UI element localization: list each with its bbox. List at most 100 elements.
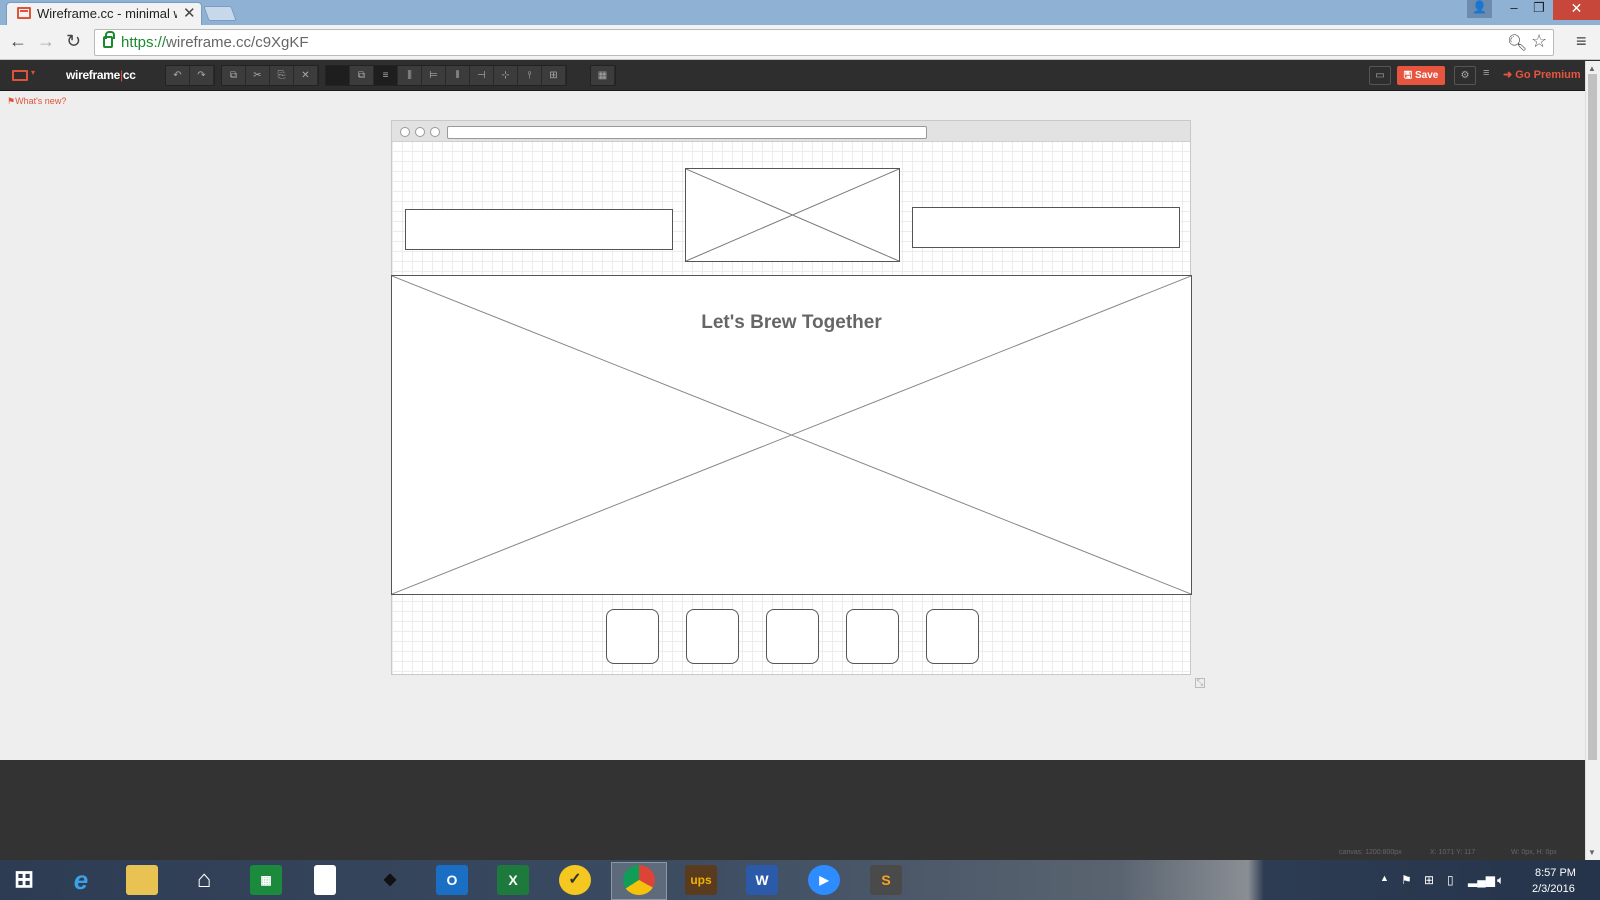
duplicate-button[interactable]: ⧉: [222, 66, 246, 85]
undo-button[interactable]: ↶: [166, 66, 190, 85]
redo-button[interactable]: ↷: [190, 66, 214, 85]
cut-button[interactable]: ✂: [246, 66, 270, 85]
wireframe-canvas[interactable]: Let's Brew Together: [391, 120, 1192, 675]
outlook-icon[interactable]: O: [436, 865, 468, 895]
chevron-down-icon: ▾: [31, 68, 36, 77]
canvas-size-status: canvas: 1200:800px: [1339, 849, 1402, 856]
footer-icon-box-3[interactable]: [766, 609, 819, 664]
align-left-button[interactable]: ⊨: [422, 66, 446, 85]
chrome-menu-icon[interactable]: ≡: [1576, 31, 1587, 52]
clock-date[interactable]: 2/3/2016: [1532, 883, 1575, 895]
go-premium-link[interactable]: ➜ Go Premium: [1503, 68, 1581, 81]
store-icon[interactable]: ▦: [250, 865, 282, 895]
url-text: https://wireframe.cc/c9XgKF: [121, 34, 309, 51]
restore-button[interactable]: ❐: [1526, 0, 1552, 20]
minimize-button[interactable]: –: [1501, 0, 1527, 20]
wireframe-favicon-icon: [17, 7, 31, 19]
distribute-vertical-button[interactable]: ⫯: [518, 66, 542, 85]
file-icon[interactable]: [314, 865, 336, 895]
whats-new-link[interactable]: ⚑What's new?: [7, 96, 66, 107]
cursor-coords-status: X: 1071 Y: 117: [1430, 849, 1476, 856]
app-logo: wireframe|cc: [66, 68, 136, 82]
distribute-horizontal-button[interactable]: ⊞: [542, 66, 566, 85]
history-group: ↶ ↷: [165, 65, 215, 86]
send-back-button[interactable]: ⧉: [350, 66, 374, 85]
url-input[interactable]: https://wireframe.cc/c9XgKF 🔍︎ ☆: [94, 29, 1554, 56]
grid-group: ▦: [590, 65, 616, 86]
footer-icon-box-2[interactable]: [686, 609, 739, 664]
chrome-icon[interactable]: [623, 865, 655, 895]
save-button[interactable]: 🖫 Save: [1397, 66, 1445, 85]
resize-handle-icon[interactable]: ⤡: [1195, 678, 1205, 688]
arrange-group: ⧉ ≡ ⫼ ⊨ ⫴ ⊣ ⊹ ⫯ ⊞: [325, 65, 567, 86]
edit-group: ⧉ ✂ ⎘ ✕: [221, 65, 319, 86]
comment-button[interactable]: ▭: [1369, 66, 1391, 85]
browser-tab-strip: Wireframe.cc - minimal wi ✕ 👤 – ❐ ✕: [0, 0, 1600, 25]
hero-image-placeholder[interactable]: Let's Brew Together: [391, 275, 1192, 595]
tray-expand-icon[interactable]: ▲: [1380, 873, 1389, 883]
lock-icon: [103, 31, 115, 48]
action-center-flag-icon[interactable]: ⚑: [1401, 873, 1412, 887]
align-button[interactable]: ≡: [374, 66, 398, 85]
excel-icon[interactable]: X: [497, 865, 529, 895]
logo-image-placeholder[interactable]: [685, 168, 900, 262]
mockup-dot: [430, 127, 440, 137]
footer-icon-box-4[interactable]: [846, 609, 899, 664]
ups-icon[interactable]: ups: [685, 865, 717, 895]
hero-title: Let's Brew Together: [701, 312, 882, 333]
scrollbar-thumb[interactable]: [1588, 74, 1597, 760]
clock-time[interactable]: 8:57 PM: [1535, 867, 1576, 879]
bookmark-star-icon[interactable]: ☆: [1531, 31, 1547, 52]
user-profile-icon[interactable]: 👤: [1467, 0, 1492, 18]
mockup-dot: [400, 127, 410, 137]
address-bar-row: ← → ↻ https://wireframe.cc/c9XgKF 🔍︎ ☆ ≡: [0, 25, 1600, 60]
windows-icon[interactable]: ⊞: [1424, 873, 1434, 887]
scroll-down-arrow-icon[interactable]: ▼: [1588, 848, 1596, 857]
mockup-url-bar: [447, 126, 927, 139]
mockup-dot: [415, 127, 425, 137]
grid-toggle-button[interactable]: ▦: [591, 66, 615, 85]
tab-title: Wireframe.cc - minimal wi: [37, 6, 177, 21]
align-center-button[interactable]: ⊹: [494, 66, 518, 85]
file-explorer-icon[interactable]: [126, 865, 158, 895]
bottom-panel: [0, 760, 1585, 860]
sublime-text-icon[interactable]: S: [870, 865, 902, 895]
app-toolbar: ▾ wireframe|cc ↶ ↷ ⧉ ✂ ⎘ ✕ ⧉ ≡ ⫼ ⊨ ⫴ ⊣ ⊹…: [0, 60, 1600, 91]
footer-icon-box-5[interactable]: [926, 609, 979, 664]
image-placeholder-cross-icon: [686, 169, 899, 261]
internet-explorer-icon[interactable]: e: [65, 865, 97, 895]
norton-icon[interactable]: ✓: [559, 865, 591, 895]
align-bottom-button[interactable]: ⫴: [446, 66, 470, 85]
align-right-button[interactable]: ⊣: [470, 66, 494, 85]
zoom-app-icon[interactable]: ▶: [808, 865, 840, 895]
settings-button[interactable]: ⚙: [1454, 66, 1476, 85]
browser-tab[interactable]: Wireframe.cc - minimal wi ✕: [6, 2, 202, 25]
align-top-button[interactable]: ⫼: [398, 66, 422, 85]
tool-icon[interactable]: ◆: [374, 865, 406, 895]
footer-icon-box-1[interactable]: [606, 609, 659, 664]
mockup-browser-titlebar: [392, 121, 1190, 142]
list-menu-icon[interactable]: ≡: [1483, 67, 1489, 79]
network-signal-icon[interactable]: ▂▄▆: [1468, 873, 1495, 887]
copy-button[interactable]: ⎘: [270, 66, 294, 85]
forward-arrow-icon[interactable]: →: [37, 31, 55, 52]
selection-size-status: W: 0px, H: 0px: [1511, 849, 1557, 856]
windows-start-icon[interactable]: ⊞: [8, 865, 40, 895]
app-menu-icon[interactable]: [12, 70, 28, 81]
volume-icon[interactable]: 🔈︎: [1497, 873, 1504, 888]
reload-icon[interactable]: ↻: [66, 31, 81, 52]
tab-close-icon[interactable]: ✕: [183, 4, 196, 22]
word-icon[interactable]: W: [746, 865, 778, 895]
header-right-box[interactable]: [912, 207, 1180, 248]
delete-button[interactable]: ✕: [294, 66, 318, 85]
bring-front-button[interactable]: [326, 66, 350, 85]
close-window-button[interactable]: ✕: [1553, 0, 1600, 20]
new-tab-button[interactable]: [203, 6, 237, 21]
windows-taskbar: [0, 860, 1600, 900]
scroll-up-arrow-icon[interactable]: ▲: [1588, 64, 1596, 73]
zoom-icon[interactable]: 🔍︎: [1507, 33, 1527, 53]
header-left-box[interactable]: [405, 209, 673, 250]
back-arrow-icon[interactable]: ←: [9, 31, 27, 52]
battery-icon[interactable]: ▯: [1447, 873, 1454, 887]
home-icon[interactable]: ⌂: [188, 865, 220, 895]
